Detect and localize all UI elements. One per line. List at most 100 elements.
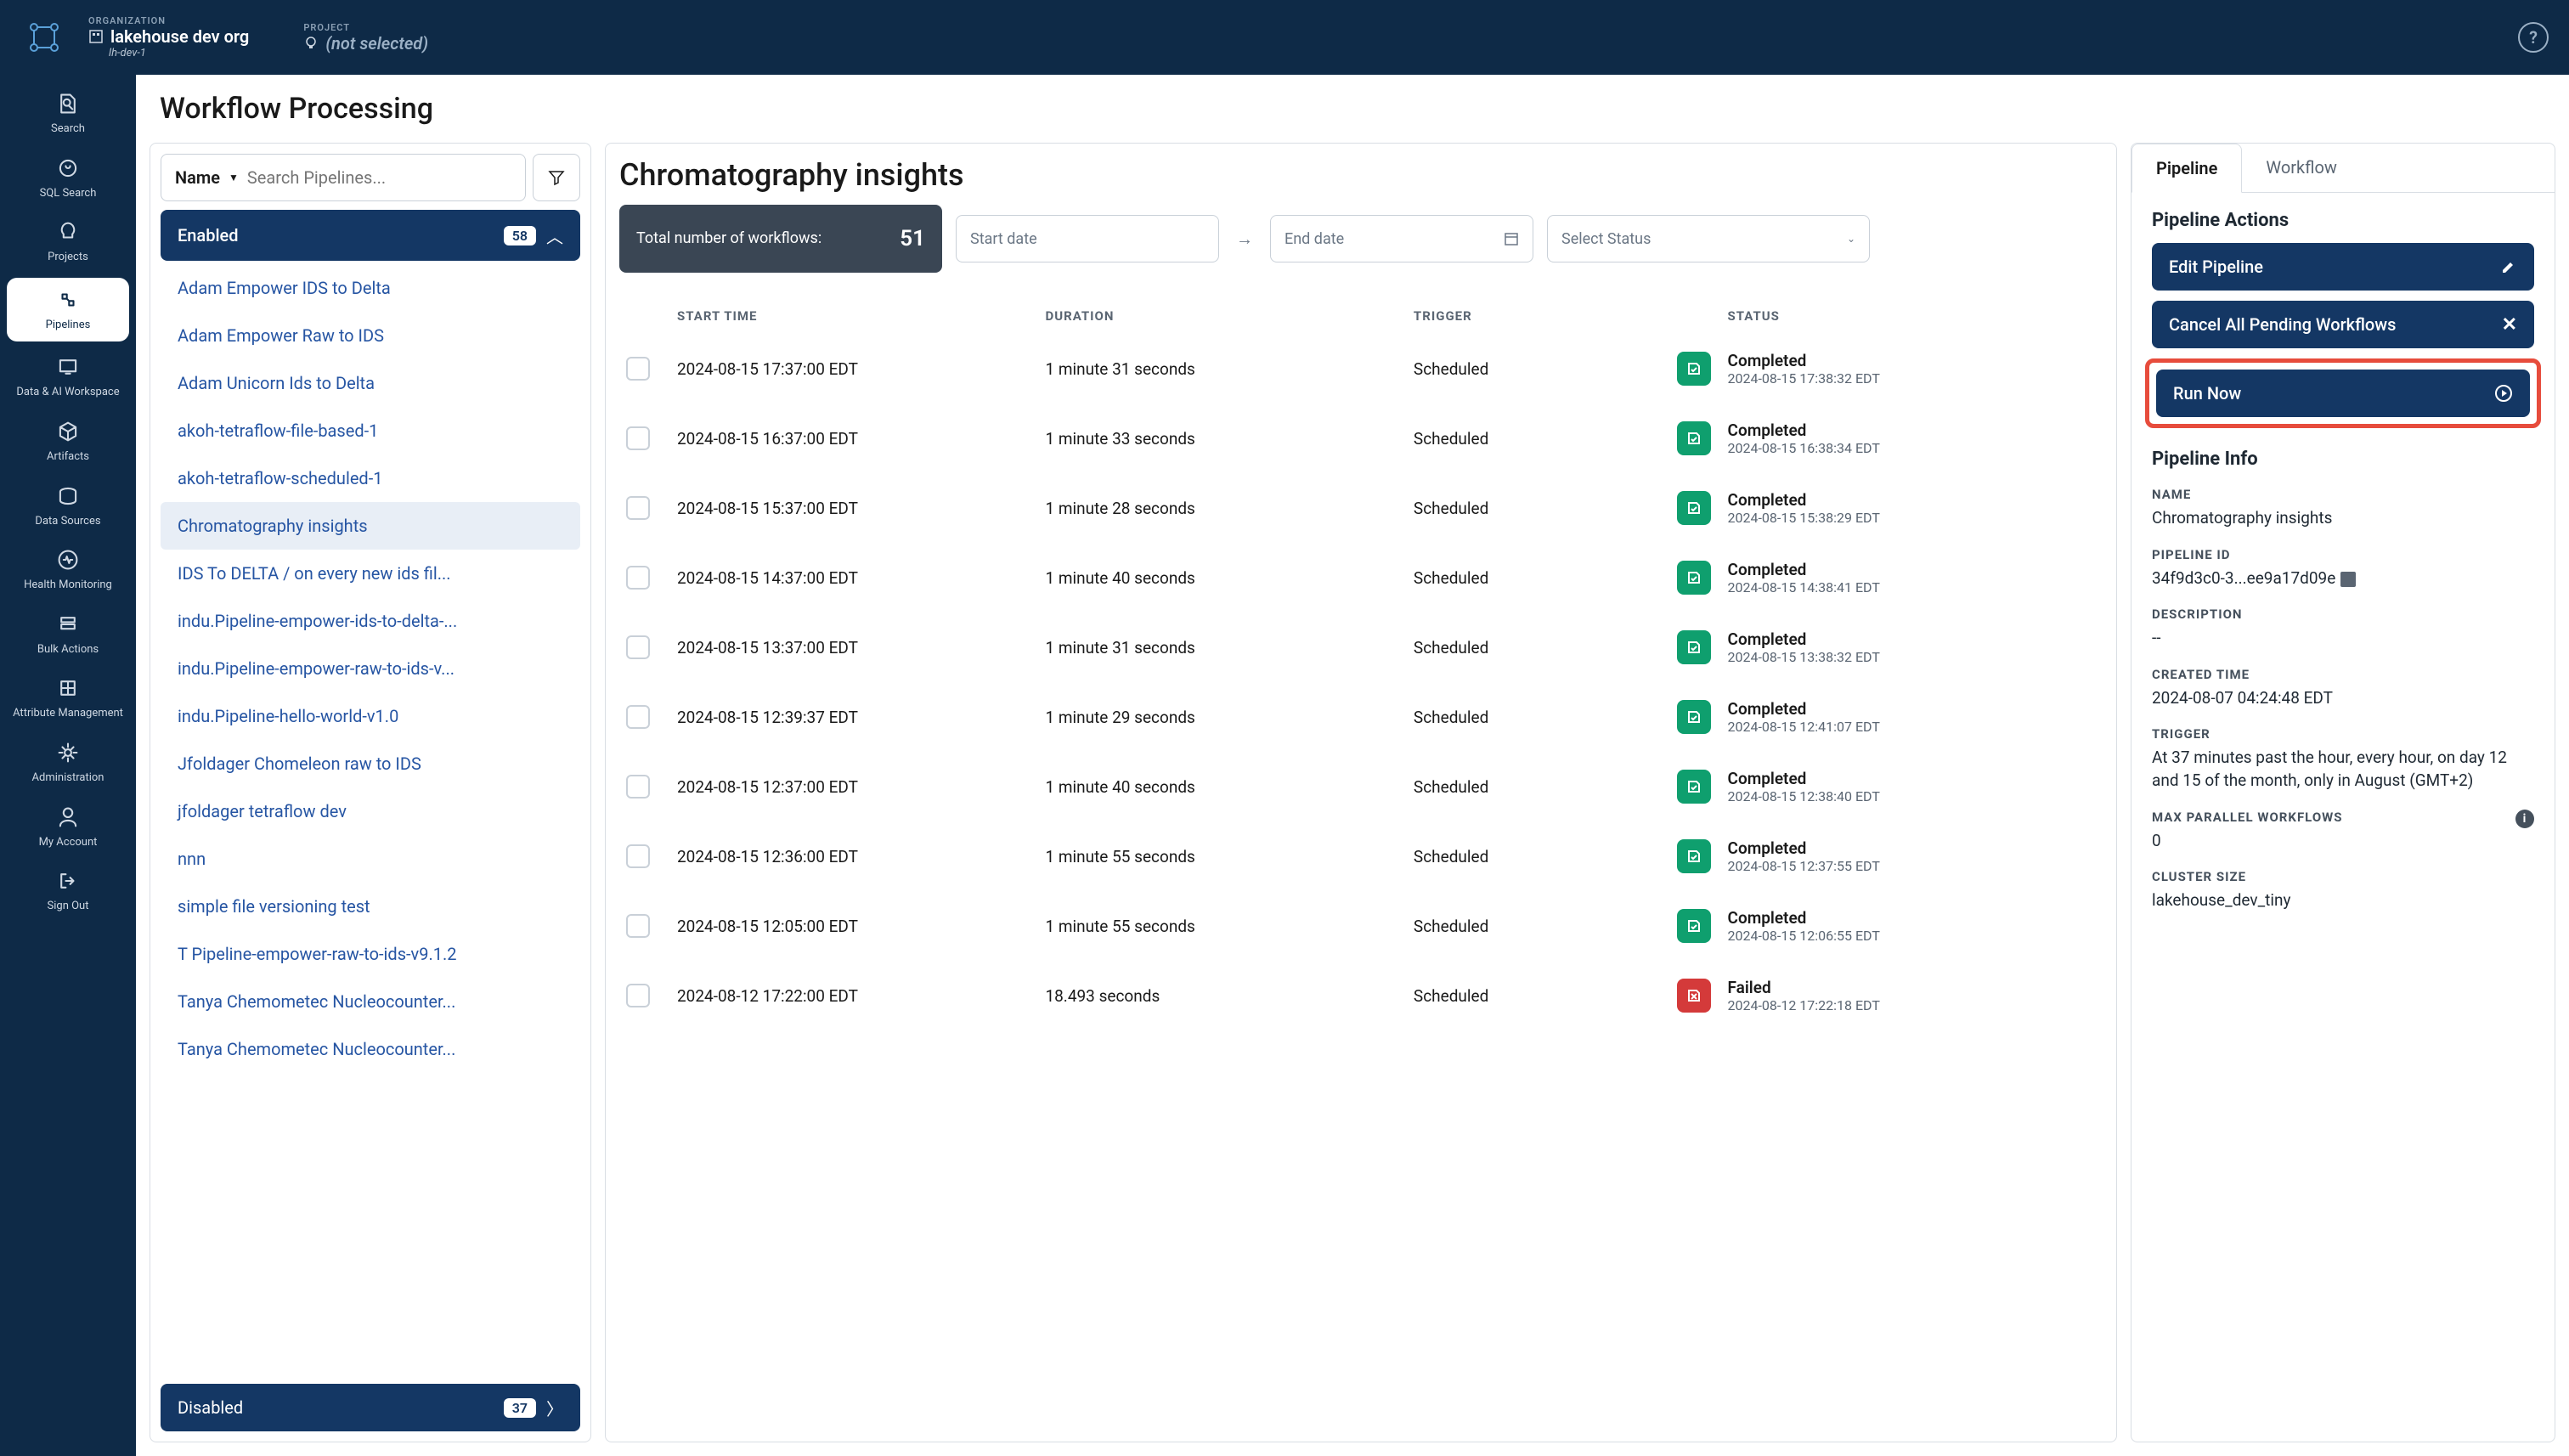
pipeline-item[interactable]: simple file versioning test <box>161 883 580 930</box>
cell-trigger: Scheduled <box>1414 917 1677 936</box>
user-icon <box>56 805 80 829</box>
workflow-row[interactable]: 2024-08-15 12:05:00 EDT1 minute 55 secon… <box>619 891 2103 961</box>
arrow-right-icon: → <box>1233 229 1256 250</box>
pipeline-item[interactable]: Adam Unicorn Ids to Delta <box>161 359 580 407</box>
enabled-label: Enabled <box>178 225 239 245</box>
workflow-count-box: Total number of workflows: 51 <box>619 205 942 273</box>
pipeline-filter[interactable]: Name ▼ <box>161 154 526 201</box>
nav-label: Pipelines <box>42 319 94 332</box>
workflow-row[interactable]: 2024-08-15 16:37:00 EDT1 minute 33 secon… <box>619 404 2103 473</box>
pipeline-item[interactable]: Tanya Chemometec Nucleocounter... <box>161 978 580 1025</box>
project-label: PROJECT <box>303 22 428 33</box>
row-checkbox[interactable] <box>626 426 650 450</box>
workflow-row[interactable]: 2024-08-15 12:39:37 EDT1 minute 29 secon… <box>619 682 2103 752</box>
page-title: Workflow Processing <box>136 75 2569 143</box>
sidebar-item-bulk-actions[interactable]: Bulk Actions <box>0 602 136 667</box>
status-success-icon <box>1677 839 1711 873</box>
pipeline-item[interactable]: Jfoldager Chomeleon raw to IDS <box>161 740 580 787</box>
pipeline-item[interactable]: akoh-tetraflow-file-based-1 <box>161 407 580 454</box>
sidebar-item-attribute-management[interactable]: Attribute Management <box>0 666 136 731</box>
tab-pipeline[interactable]: Pipeline <box>2131 144 2242 193</box>
workflow-row[interactable]: 2024-08-15 14:37:00 EDT1 minute 40 secon… <box>619 543 2103 612</box>
sidebar-item-administration[interactable]: Administration <box>0 731 136 795</box>
sidebar-item-my-account[interactable]: My Account <box>0 795 136 860</box>
edit-pipeline-button[interactable]: Edit Pipeline <box>2152 243 2534 291</box>
cancel-pending-button[interactable]: Cancel All Pending Workflows ✕ <box>2152 301 2534 348</box>
run-now-button[interactable]: Run Now <box>2156 370 2530 417</box>
filter-button[interactable] <box>533 154 580 201</box>
pipeline-item[interactable]: Tanya Chemometec Nucleocounter... <box>161 1025 580 1073</box>
disabled-section-header[interactable]: Disabled 37 〉 <box>161 1384 580 1431</box>
sidebar-item-search[interactable]: Search <box>0 82 136 146</box>
app-logo-icon[interactable] <box>20 14 68 61</box>
sidebar-item-pipelines[interactable]: Pipelines <box>7 278 129 342</box>
sidebar-item-sql-search[interactable]: SQL Search <box>0 146 136 211</box>
workflow-table-header: START TIME DURATION TRIGGER STATUS <box>619 298 2103 334</box>
cell-trigger: Scheduled <box>1414 708 1677 727</box>
help-icon[interactable]: ? <box>2518 22 2549 53</box>
row-checkbox[interactable] <box>626 705 650 729</box>
tab-workflow[interactable]: Workflow <box>2242 144 2361 192</box>
info-created-label: CREATED TIME <box>2152 667 2534 682</box>
pipeline-item[interactable]: indu.Pipeline-hello-world-v1.0 <box>161 692 580 740</box>
pipeline-list: Adam Empower IDS to DeltaAdam Empower Ra… <box>161 264 580 1380</box>
gear-icon <box>56 741 80 765</box>
org-switcher[interactable]: ORGANIZATION lakehouse dev org lh-dev-1 <box>88 15 249 59</box>
workflow-row[interactable]: 2024-08-15 15:37:00 EDT1 minute 28 secon… <box>619 473 2103 543</box>
cell-trigger: Scheduled <box>1414 499 1677 518</box>
cell-trigger: Scheduled <box>1414 429 1677 449</box>
cell-start-time: 2024-08-15 12:37:00 EDT <box>677 777 1045 797</box>
sidebar-item-data-sources[interactable]: Data Sources <box>0 474 136 539</box>
copy-icon[interactable] <box>2340 572 2356 587</box>
workflow-row[interactable]: 2024-08-15 12:37:00 EDT1 minute 40 secon… <box>619 752 2103 821</box>
cell-status: Completed2024-08-15 12:41:07 EDT <box>1728 699 2096 735</box>
pipeline-item[interactable]: Adam Empower IDS to Delta <box>161 264 580 312</box>
start-date-input[interactable]: Start date <box>956 215 1219 262</box>
row-checkbox[interactable] <box>626 914 650 938</box>
workflow-row[interactable]: 2024-08-15 17:37:00 EDT1 minute 31 secon… <box>619 334 2103 404</box>
sidebar-item-artifacts[interactable]: Artifacts <box>0 409 136 474</box>
cell-trigger: Scheduled <box>1414 777 1677 797</box>
pipeline-item[interactable]: nnn <box>161 835 580 883</box>
chevron-right-icon: 〉 <box>546 1396 563 1420</box>
nav-label: Bulk Actions <box>34 643 102 657</box>
row-checkbox[interactable] <box>626 566 650 590</box>
cell-start-time: 2024-08-15 12:39:37 EDT <box>677 708 1045 727</box>
status-select[interactable]: Select Status ⌄ <box>1547 215 1870 262</box>
cell-trigger: Scheduled <box>1414 847 1677 866</box>
row-checkbox[interactable] <box>626 984 650 1007</box>
cell-status: Completed2024-08-15 14:38:41 EDT <box>1728 560 2096 595</box>
row-checkbox[interactable] <box>626 635 650 659</box>
enabled-section-header[interactable]: Enabled 58 ︿ <box>161 210 580 261</box>
pipeline-item[interactable]: Adam Empower Raw to IDS <box>161 312 580 359</box>
cell-start-time: 2024-08-12 17:22:00 EDT <box>677 986 1045 1006</box>
funnel-icon <box>548 169 565 186</box>
workflow-row[interactable]: 2024-08-15 13:37:00 EDT1 minute 31 secon… <box>619 612 2103 682</box>
pipeline-icon <box>56 288 80 312</box>
workflow-panel: Chromatography insights Total number of … <box>605 143 2117 1442</box>
row-checkbox[interactable] <box>626 496 650 520</box>
search-pipelines-input[interactable] <box>247 167 511 188</box>
pipeline-item[interactable]: akoh-tetraflow-scheduled-1 <box>161 454 580 502</box>
pipeline-item[interactable]: jfoldager tetraflow dev <box>161 787 580 835</box>
row-checkbox[interactable] <box>626 775 650 799</box>
sidebar-item-data-ai-workspace[interactable]: Data & AI Workspace <box>0 345 136 409</box>
row-checkbox[interactable] <box>626 357 650 381</box>
end-date-input[interactable]: End date <box>1270 215 1533 262</box>
pipeline-item[interactable]: indu.Pipeline-empower-raw-to-ids-v... <box>161 645 580 692</box>
sidebar-item-sign-out[interactable]: Sign Out <box>0 859 136 923</box>
pipeline-item[interactable]: T Pipeline-empower-raw-to-ids-v9.1.2 <box>161 930 580 978</box>
cell-status: Completed2024-08-15 12:38:40 EDT <box>1728 769 2096 804</box>
building-icon <box>88 29 104 44</box>
info-icon[interactable]: i <box>2515 810 2534 828</box>
sidebar-item-projects[interactable]: Projects <box>0 210 136 274</box>
workflow-row[interactable]: 2024-08-15 12:36:00 EDT1 minute 55 secon… <box>619 821 2103 891</box>
sidebar-item-health-monitoring[interactable]: Health Monitoring <box>0 538 136 602</box>
project-switcher[interactable]: PROJECT (not selected) <box>303 22 428 54</box>
pipeline-item[interactable]: IDS To DELTA / on every new ids fil... <box>161 550 580 597</box>
cell-duration: 1 minute 55 seconds <box>1045 847 1413 866</box>
row-checkbox[interactable] <box>626 844 650 868</box>
pipeline-item[interactable]: indu.Pipeline-empower-ids-to-delta-... <box>161 597 580 645</box>
pipeline-item[interactable]: Chromatography insights <box>161 502 580 550</box>
workflow-row[interactable]: 2024-08-12 17:22:00 EDT18.493 secondsSch… <box>619 961 2103 1030</box>
